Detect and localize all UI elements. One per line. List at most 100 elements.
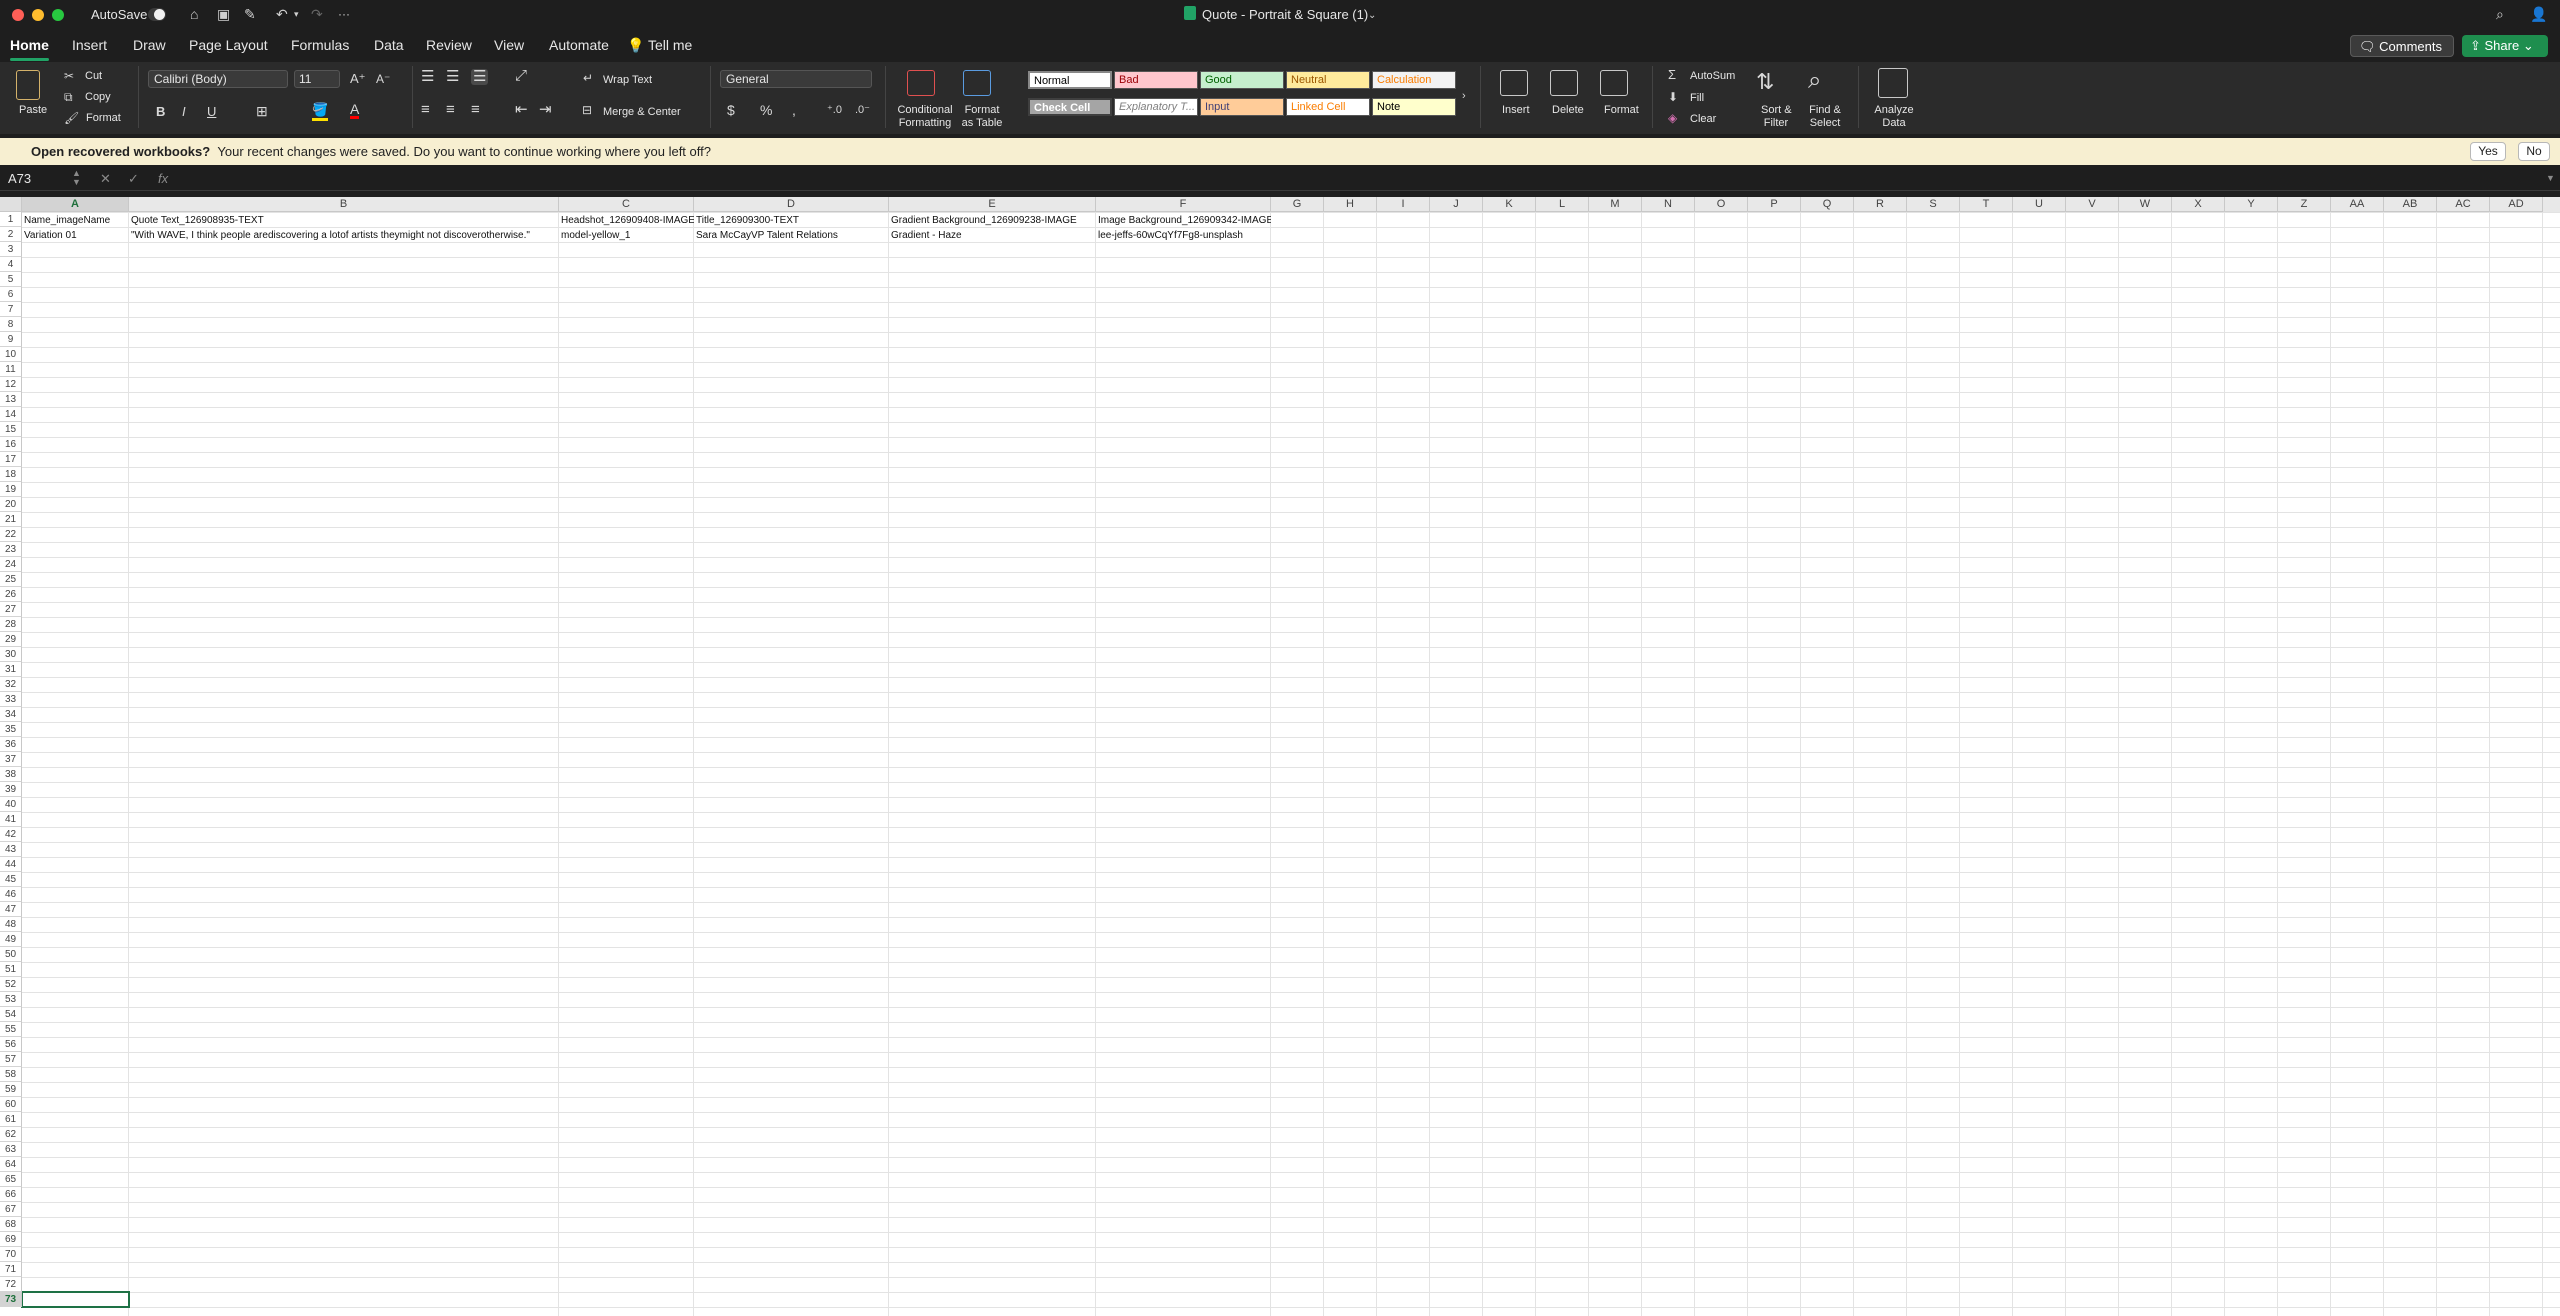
italic-button[interactable]: I: [182, 104, 186, 120]
eraser-icon[interactable]: ◈: [1668, 110, 1677, 126]
name-box-stepper-icon[interactable]: ▲ ▼: [72, 169, 81, 187]
cell-e2[interactable]: Gradient - Haze: [889, 228, 1096, 243]
format-painter-icon[interactable]: 🖌: [64, 110, 79, 126]
row-header-20[interactable]: 20: [0, 497, 22, 512]
undo-icon[interactable]: ↶: [276, 5, 288, 23]
row-header-16[interactable]: 16: [0, 437, 22, 452]
column-header-c[interactable]: C: [559, 197, 694, 212]
tell-me-search[interactable]: Tell me: [648, 37, 692, 53]
column-header-k[interactable]: K: [1483, 197, 1536, 212]
delete-cells-button[interactable]: Delete: [1552, 104, 1584, 117]
cell-e1[interactable]: Gradient Background_126909238-IMAGE: [889, 213, 1096, 228]
decrease-indent-icon[interactable]: ⇤: [515, 102, 528, 118]
row-header-38[interactable]: 38: [0, 767, 22, 782]
tab-insert[interactable]: Insert: [72, 37, 107, 53]
row-header-15[interactable]: 15: [0, 422, 22, 437]
merge-center-icon[interactable]: ⊟: [582, 102, 592, 118]
row-header-62[interactable]: 62: [0, 1127, 22, 1142]
increase-font-icon[interactable]: A⁺: [350, 71, 366, 87]
cell-style-calculation[interactable]: Calculation: [1372, 71, 1456, 89]
row-header-57[interactable]: 57: [0, 1052, 22, 1067]
row-header-67[interactable]: 67: [0, 1202, 22, 1217]
format-as-table-button[interactable]: Format as Table: [960, 104, 1004, 130]
row-header-39[interactable]: 39: [0, 782, 22, 797]
column-header-ab[interactable]: AB: [2384, 197, 2437, 212]
row-header-37[interactable]: 37: [0, 752, 22, 767]
column-header-d[interactable]: D: [694, 197, 889, 212]
column-header-i[interactable]: I: [1377, 197, 1430, 212]
select-all-button[interactable]: [0, 197, 22, 212]
column-header-r[interactable]: R: [1854, 197, 1907, 212]
insert-function-icon[interactable]: fx: [158, 171, 168, 186]
tab-view[interactable]: View: [494, 37, 524, 53]
row-header-65[interactable]: 65: [0, 1172, 22, 1187]
increase-decimal-icon[interactable]: ⁺.0: [827, 102, 842, 118]
align-bottom-icon[interactable]: ☰: [471, 69, 489, 85]
row-header-6[interactable]: 6: [0, 287, 22, 302]
cut-button[interactable]: Cut: [85, 70, 102, 83]
column-header-t[interactable]: T: [1960, 197, 2013, 212]
column-header-q[interactable]: Q: [1801, 197, 1854, 212]
paste-label[interactable]: Paste: [19, 104, 47, 117]
cell-style-input[interactable]: Input: [1200, 98, 1284, 116]
sort-filter-icon[interactable]: ⇅: [1756, 70, 1774, 94]
row-header-1[interactable]: 1: [0, 212, 22, 227]
document-title[interactable]: Quote - Portrait & Square (1): [1202, 7, 1368, 22]
currency-icon[interactable]: $: [727, 102, 735, 118]
column-header-x[interactable]: X: [2172, 197, 2225, 212]
align-left-icon[interactable]: ≡: [421, 102, 430, 118]
tab-data[interactable]: Data: [374, 37, 404, 53]
row-header-8[interactable]: 8: [0, 317, 22, 332]
cell-a1[interactable]: Name_imageName: [22, 213, 129, 228]
decrease-font-icon[interactable]: A⁻: [376, 71, 390, 87]
wrap-text-icon[interactable]: ↵: [583, 70, 593, 86]
autosum-button[interactable]: AutoSum: [1690, 70, 1735, 83]
row-header-36[interactable]: 36: [0, 737, 22, 752]
wrap-text-button[interactable]: Wrap Text: [603, 74, 652, 87]
row-header-58[interactable]: 58: [0, 1067, 22, 1082]
row-header-9[interactable]: 9: [0, 332, 22, 347]
row-header-21[interactable]: 21: [0, 512, 22, 527]
tab-draw[interactable]: Draw: [133, 37, 166, 53]
borders-icon[interactable]: ⊞: [256, 103, 268, 119]
cell-grid[interactable]: Name_imageName Quote Text_126908935-TEXT H…: [21, 212, 2560, 1316]
comma-style-icon[interactable]: ,: [792, 102, 796, 118]
share-button[interactable]: ⇪ Share ⌄: [2462, 35, 2548, 57]
row-header-17[interactable]: 17: [0, 452, 22, 467]
row-header-3[interactable]: 3: [0, 242, 22, 257]
redo-icon[interactable]: ↷: [311, 5, 323, 23]
column-header-b[interactable]: B: [129, 197, 559, 212]
row-header-43[interactable]: 43: [0, 842, 22, 857]
align-middle-icon[interactable]: ☰: [446, 69, 459, 85]
cell-d2[interactable]: Sara McCayVP Talent Relations: [694, 228, 889, 243]
no-button[interactable]: No: [2518, 142, 2550, 161]
row-header-52[interactable]: 52: [0, 977, 22, 992]
row-header-35[interactable]: 35: [0, 722, 22, 737]
row-header-61[interactable]: 61: [0, 1112, 22, 1127]
row-header-63[interactable]: 63: [0, 1142, 22, 1157]
row-header-59[interactable]: 59: [0, 1082, 22, 1097]
percent-icon[interactable]: %: [760, 102, 772, 118]
column-header-y[interactable]: Y: [2225, 197, 2278, 212]
row-header-32[interactable]: 32: [0, 677, 22, 692]
row-header-14[interactable]: 14: [0, 407, 22, 422]
column-header-v[interactable]: V: [2066, 197, 2119, 212]
row-header-46[interactable]: 46: [0, 887, 22, 902]
find-select-icon[interactable]: ⌕: [1808, 68, 1821, 94]
column-header-j[interactable]: J: [1430, 197, 1483, 212]
format-painter-button[interactable]: Format: [86, 112, 121, 125]
row-header-49[interactable]: 49: [0, 932, 22, 947]
row-header-47[interactable]: 47: [0, 902, 22, 917]
cell-a2[interactable]: Variation 01: [22, 228, 129, 243]
row-header-31[interactable]: 31: [0, 662, 22, 677]
row-header-71[interactable]: 71: [0, 1262, 22, 1277]
font-size-select[interactable]: 11: [294, 70, 340, 88]
row-header-24[interactable]: 24: [0, 557, 22, 572]
row-header-11[interactable]: 11: [0, 362, 22, 377]
decrease-decimal-icon[interactable]: .0⁻: [855, 102, 870, 118]
row-header-25[interactable]: 25: [0, 572, 22, 587]
name-box[interactable]: A73: [8, 171, 31, 186]
autosum-icon[interactable]: Σ: [1668, 67, 1676, 83]
close-window-button[interactable]: [12, 9, 24, 21]
insert-cells-icon[interactable]: [1500, 70, 1528, 96]
